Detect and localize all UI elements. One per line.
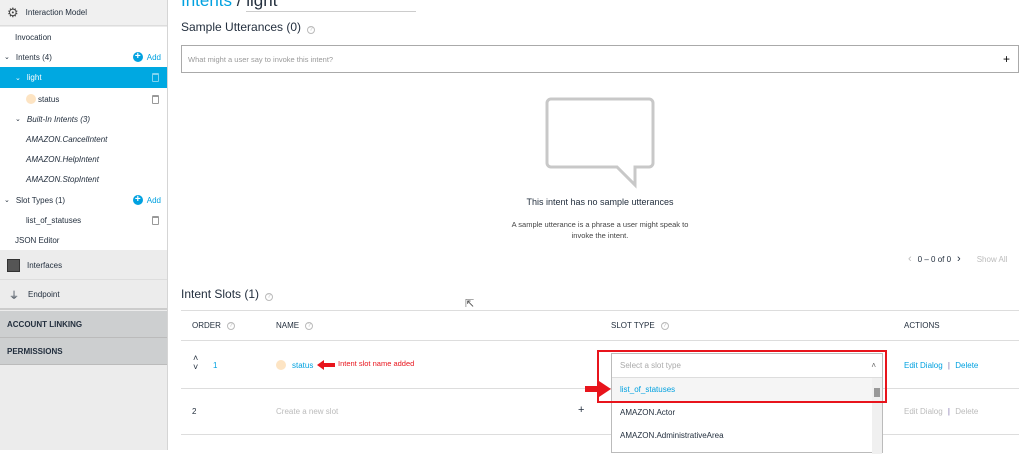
annotation-highlight-box — [597, 350, 887, 403]
intent-slots-title: Intent Slots (1)? — [181, 287, 274, 301]
delete-link[interactable]: Delete — [955, 407, 978, 416]
help-icon[interactable]: ? — [226, 321, 235, 330]
empty-title: This intent has no sample utterances — [526, 197, 674, 207]
mouse-cursor-icon: ⇱ — [465, 298, 475, 310]
chevron-down-icon: ⌄ — [15, 116, 21, 123]
row-order: 1 — [213, 361, 218, 370]
sidebar-item-help[interactable]: AMAZON.HelpIntent — [0, 153, 167, 165]
sidebar-item-light[interactable]: ⌄ light — [0, 67, 167, 88]
sidebar-item-invocation[interactable]: Invocation — [0, 31, 167, 43]
sidebar-interfaces[interactable]: Interfaces — [0, 251, 167, 280]
sidebar-item-status[interactable]: status — [0, 93, 167, 105]
sidebar-item-json-editor[interactable]: JSON Editor — [0, 234, 167, 246]
sidebar-endpoint[interactable]: ⏚ Endpoint — [0, 281, 167, 310]
sidebar-item-slot-types[interactable]: ⌄ Slot Types (1) + Add — [0, 194, 167, 206]
trash-icon[interactable] — [152, 94, 159, 104]
chevron-left-icon[interactable]: ‹ — [908, 253, 912, 265]
empty-description: A sample utterance is a phrase a user mi… — [511, 220, 689, 240]
pagination: ‹ 0 – 0 of 0 › Show All — [908, 253, 1008, 265]
annotation-text: Intent slot name added — [338, 359, 415, 368]
sidebar-permissions[interactable]: PERMISSIONS — [0, 338, 167, 365]
chevron-down-icon: ⌄ — [4, 197, 10, 204]
sample-utterances-title: Sample Utterances (0)? — [181, 20, 316, 34]
row-order: 2 — [192, 407, 197, 416]
plus-icon: + — [132, 52, 143, 62]
annotation-arrow-icon — [317, 360, 335, 370]
add-intent-button[interactable]: + Add — [132, 52, 161, 62]
sidebar-item-stop[interactable]: AMAZON.StopIntent — [0, 173, 167, 185]
add-slot-button[interactable]: + — [578, 404, 584, 416]
add-utterance-button[interactable]: + — [1003, 52, 1010, 66]
sidebar-item-intents[interactable]: ⌄ Intents (4) + Add — [0, 51, 167, 63]
header-name: NAME? — [276, 321, 314, 330]
chevron-down-icon: ⌄ — [4, 54, 10, 61]
edit-dialog-link[interactable]: Edit Dialog — [904, 361, 943, 370]
slot-name-link[interactable]: status — [292, 361, 313, 370]
help-icon[interactable]: ? — [660, 321, 669, 330]
slot-dot-icon — [276, 360, 286, 370]
sidebar-interaction-model[interactable]: ⚙ Interaction Model — [0, 0, 167, 26]
sidebar: ⚙ Interaction Model Invocation ⌄ Intents … — [0, 0, 168, 450]
add-slot-type-button[interactable]: + Add — [132, 195, 161, 205]
edit-dialog-link[interactable]: Edit Dialog — [904, 407, 943, 416]
slot-dot-icon — [26, 94, 36, 104]
row-actions: Edit Dialog | Delete — [904, 407, 979, 416]
header-actions: ACTIONS — [904, 321, 940, 330]
sidebar-account-linking[interactable]: ACCOUNT LINKING — [0, 311, 167, 338]
row-actions: Edit Dialog | Delete — [904, 361, 979, 370]
breadcrumb: Intents / light — [181, 0, 417, 12]
plug-icon: ⏚ — [9, 291, 19, 302]
sidebar-item-list-of-statuses[interactable]: list_of_statuses — [0, 214, 167, 226]
trash-icon[interactable] — [152, 73, 159, 82]
dropdown-option[interactable]: AMAZON.AdministrativeArea — [612, 424, 882, 447]
chevron-down-icon: ˅ — [193, 362, 199, 372]
dropdown-option[interactable]: AMAZON.Actor — [612, 401, 882, 424]
gear-icon: ⚙ — [7, 4, 19, 20]
reorder-arrows[interactable]: ˄ ˅ — [193, 354, 198, 372]
interfaces-icon — [7, 258, 20, 272]
delete-link[interactable]: Delete — [955, 361, 978, 370]
help-icon[interactable]: ? — [307, 26, 316, 34]
new-slot-input[interactable]: Create a new slot — [276, 407, 338, 416]
header-order: ORDER? — [192, 321, 235, 330]
plus-icon: + — [132, 195, 143, 205]
sidebar-item-builtin[interactable]: ⌄ Built-In Intents (3) — [0, 113, 167, 125]
speech-bubble-icon — [545, 97, 655, 189]
chevron-right-icon[interactable]: › — [957, 253, 961, 265]
chevron-down-icon: ⌄ — [15, 74, 21, 82]
utterance-input[interactable]: What might a user say to invoke this int… — [181, 45, 1019, 73]
sidebar-item-cancel[interactable]: AMAZON.CancelIntent — [0, 133, 167, 145]
intent-name-field[interactable]: light — [246, 0, 417, 12]
header-slot-type: SLOT TYPE? — [611, 321, 669, 330]
annotation-arrow-icon — [585, 381, 611, 397]
help-icon[interactable]: ? — [305, 321, 314, 330]
help-icon[interactable]: ? — [265, 293, 274, 301]
trash-icon[interactable] — [152, 215, 159, 225]
show-all-button[interactable]: Show All — [977, 255, 1008, 264]
breadcrumb-intents[interactable]: Intents — [181, 0, 232, 10]
